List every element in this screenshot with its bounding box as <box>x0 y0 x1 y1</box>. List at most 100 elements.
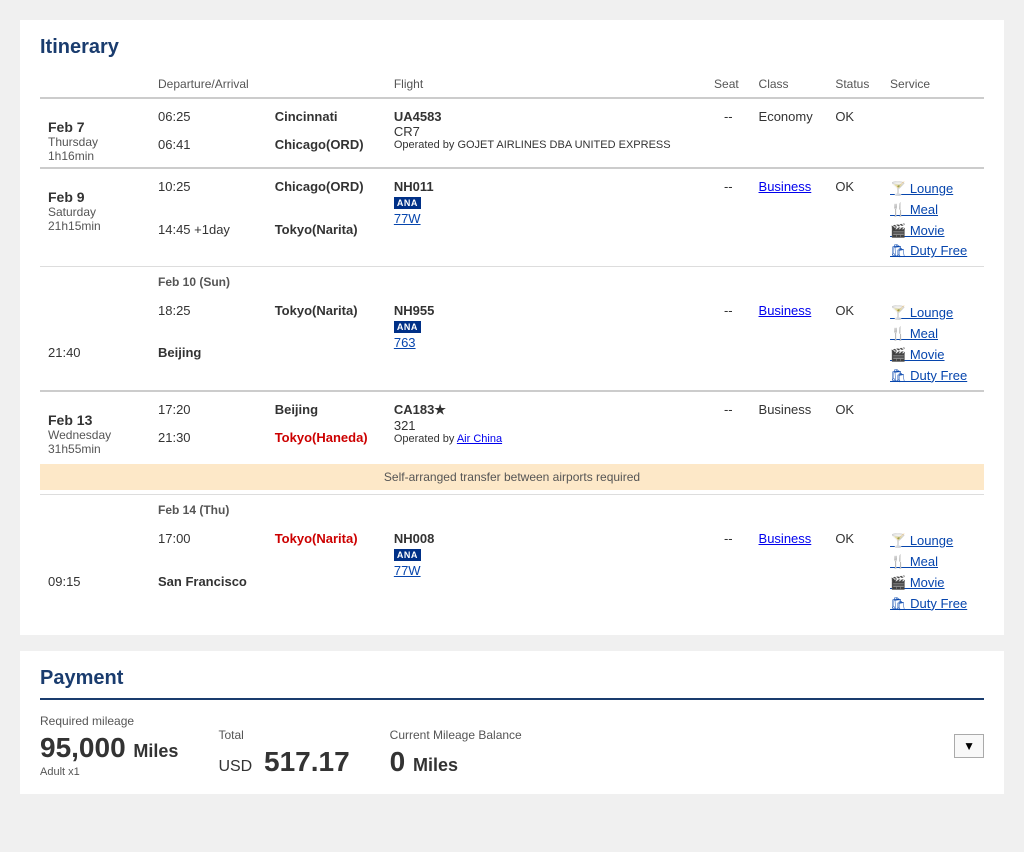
service-link-meal[interactable]: 🍴 Meal <box>890 200 976 221</box>
date-duration: 1h16min <box>48 149 132 163</box>
date-day: Thursday <box>48 135 132 149</box>
seat: -- <box>706 391 751 460</box>
time-depart: 10:25 <box>150 168 267 218</box>
date-main: Feb 9 <box>48 189 132 205</box>
flight-number: NH011 <box>394 179 698 194</box>
service-link-movie[interactable]: 🎬 Movie <box>890 345 976 366</box>
flight-number: CA183★ <box>394 402 698 418</box>
sub-date-label: Feb 10 (Sun) <box>150 267 984 294</box>
status-col: OK <box>827 391 882 460</box>
flight-extra: CR7 <box>394 124 698 139</box>
total-currency: USD <box>218 758 252 775</box>
flight-info: NH955ANA763 <box>386 293 706 391</box>
flight-number: UA4583 <box>394 109 698 124</box>
total-value: USD 517.17 <box>218 746 349 778</box>
seat: -- <box>706 168 751 267</box>
total-block: Total USD 517.17 <box>218 728 349 778</box>
mileage-label: Required mileage <box>40 714 178 728</box>
mileage-unit: Miles <box>133 741 178 761</box>
col-header-status: Status <box>827 71 882 98</box>
itinerary-table: Departure/Arrival Flight Seat Class Stat… <box>40 71 984 619</box>
operated-by-link[interactable]: Air China <box>457 433 502 445</box>
time-arrive: 06:41 <box>150 133 267 168</box>
col-header-empty <box>40 71 150 98</box>
aircraft-link[interactable]: 77W <box>394 211 421 226</box>
table-row: Feb 13 Wednesday 31h55min 17:20 Beijing … <box>40 391 984 426</box>
date-cell-empty <box>40 293 150 341</box>
class-link[interactable]: Business <box>759 303 812 318</box>
balance-value: 0 Miles <box>390 746 522 778</box>
itinerary-title: Itinerary <box>40 36 984 59</box>
service-link-lounge[interactable]: 🍸 Lounge <box>890 531 976 552</box>
col-header-service: Service <box>882 71 984 98</box>
city-arrive: Beijing <box>150 341 267 391</box>
sub-date-label: Feb 14 (Thu) <box>150 495 984 522</box>
flight-number: NH008 <box>394 531 698 546</box>
service-link-duty-free[interactable]: 🛍 Duty Free <box>890 594 976 615</box>
flight-extra: 321 <box>394 418 698 433</box>
col-header-departure: Departure/Arrival <box>150 71 267 98</box>
date-main: Feb 13 <box>48 412 132 428</box>
date-day: Wednesday <box>48 428 132 442</box>
aircraft-link[interactable]: 77W <box>394 563 421 578</box>
service-link-lounge[interactable]: 🍸 Lounge <box>890 179 976 200</box>
table-row: 18:25 Tokyo(Narita) NH955ANA763 -- Busin… <box>40 293 984 341</box>
status-col: OK <box>827 98 882 168</box>
city-depart: Beijing <box>267 391 386 426</box>
service-col <box>882 391 984 460</box>
table-row: 17:00 Tokyo(Narita) NH008ANA77W -- Busin… <box>40 521 984 570</box>
col-header-class: Class <box>751 71 828 98</box>
class-col: Business <box>751 168 828 267</box>
city-depart: Chicago(ORD) <box>267 168 386 218</box>
itinerary-section: Itinerary Departure/Arrival Flight Seat … <box>20 20 1004 635</box>
status-col: OK <box>827 293 882 391</box>
status-col: OK <box>827 168 882 267</box>
balance-label: Current Mileage Balance <box>390 728 522 742</box>
class-link[interactable]: Business <box>759 179 812 194</box>
class-col: Business <box>751 293 828 391</box>
sub-date-empty <box>40 495 150 522</box>
date-cell-empty <box>40 521 150 570</box>
flight-info: CA183★321Operated by Air China <box>386 391 706 460</box>
mileage-block: Required mileage 95,000 Miles Adult x1 <box>40 714 178 778</box>
date-duration: 21h15min <box>48 219 132 233</box>
city-depart: Tokyo(Narita) <box>267 521 386 570</box>
transfer-banner-cell: Self-arranged transfer between airports … <box>40 460 984 495</box>
transfer-banner-row: Self-arranged transfer between airports … <box>40 460 984 495</box>
service-link-lounge[interactable]: 🍸 Lounge <box>890 303 976 324</box>
service-col: 🍸 Lounge🍴 Meal🎬 Movie🛍 Duty Free <box>882 293 984 391</box>
time-arrive: 14:45 +1day <box>150 218 267 267</box>
service-link-duty-free[interactable]: 🛍 Duty Free <box>890 366 976 387</box>
mileage-number: 95,000 <box>40 732 126 763</box>
payment-title: Payment <box>40 667 984 700</box>
table-header-row: Departure/Arrival Flight Seat Class Stat… <box>40 71 984 98</box>
service-link-duty-free[interactable]: 🛍 Duty Free <box>890 241 976 262</box>
aircraft-link[interactable]: 763 <box>394 335 416 350</box>
class-link[interactable]: Business <box>759 531 812 546</box>
payment-dropdown-button[interactable]: ▼ <box>954 734 984 758</box>
time-depart: 17:00 <box>150 521 267 570</box>
operated-by: Operated by GOJET AIRLINES DBA UNITED EX… <box>394 139 698 151</box>
service-link-meal[interactable]: 🍴 Meal <box>890 324 976 345</box>
table-row: Feb 9 Saturday 21h15min 10:25 Chicago(OR… <box>40 168 984 218</box>
status-col: OK <box>827 521 882 618</box>
service-col: 🍸 Lounge🍴 Meal🎬 Movie🛍 Duty Free <box>882 521 984 618</box>
service-link-meal[interactable]: 🍴 Meal <box>890 552 976 573</box>
date-duration: 31h55min <box>48 442 132 456</box>
balance-block: Current Mileage Balance 0 Miles <box>390 728 522 778</box>
time-depart: 06:25 <box>150 98 267 133</box>
service-link-movie[interactable]: 🎬 Movie <box>890 221 976 242</box>
payment-row: Required mileage 95,000 Miles Adult x1 T… <box>40 714 984 778</box>
seat: -- <box>706 98 751 168</box>
seat: -- <box>706 521 751 618</box>
ana-logo: ANA <box>394 194 698 211</box>
time-arrive: 21:40 <box>40 341 150 391</box>
time-depart: 18:25 <box>150 293 267 341</box>
adult-label: Adult x1 <box>40 766 178 778</box>
flight-info: NH011ANA77W <box>386 168 706 267</box>
page-container: Itinerary Departure/Arrival Flight Seat … <box>20 20 1004 794</box>
city-arrive: Chicago(ORD) <box>267 133 386 168</box>
service-link-movie[interactable]: 🎬 Movie <box>890 573 976 594</box>
city-arrive: Tokyo(Narita) <box>267 218 386 267</box>
flight-info: NH008ANA77W <box>386 521 706 618</box>
